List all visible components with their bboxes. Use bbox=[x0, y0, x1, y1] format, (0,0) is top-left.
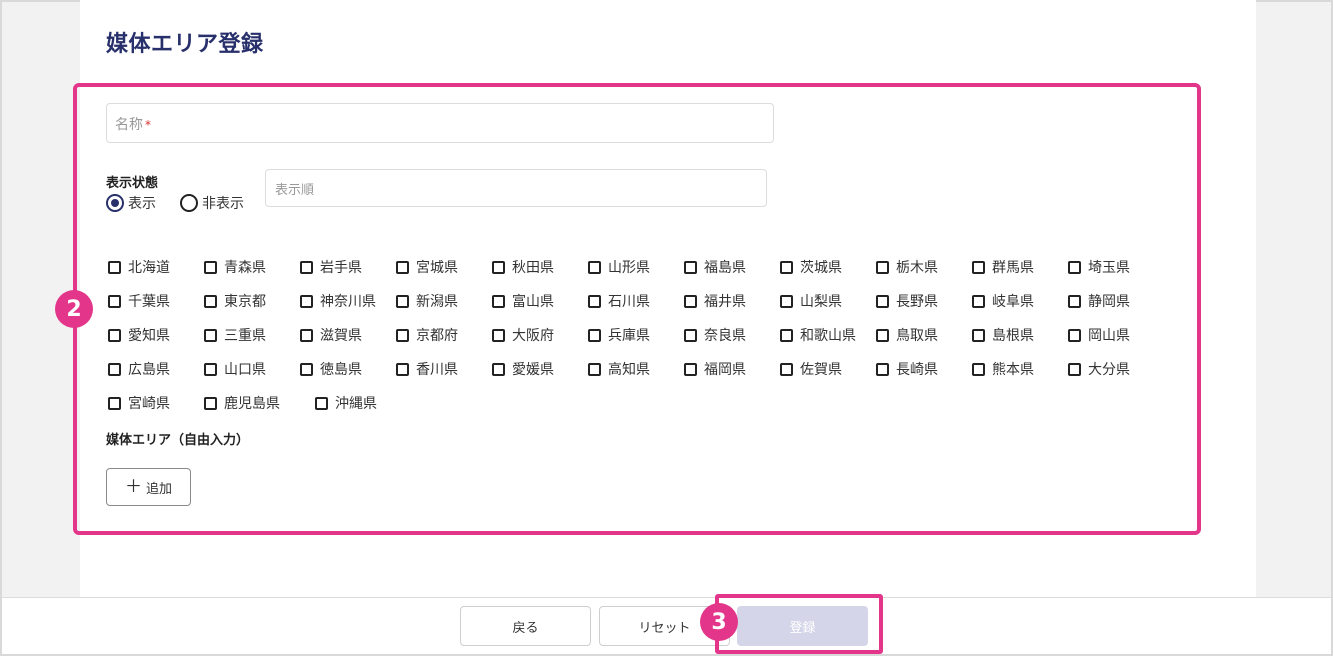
back-button[interactable]: 戻る bbox=[460, 606, 591, 646]
highlight-frame-submit bbox=[715, 594, 883, 654]
step-badge-3: 3 bbox=[700, 603, 738, 641]
page-title: 媒体エリア登録 bbox=[106, 32, 264, 57]
footer-bar: 戻る リセット 登録 bbox=[2, 597, 1331, 654]
step-badge-2: 2 bbox=[55, 290, 93, 328]
highlight-frame-form bbox=[73, 83, 1201, 535]
